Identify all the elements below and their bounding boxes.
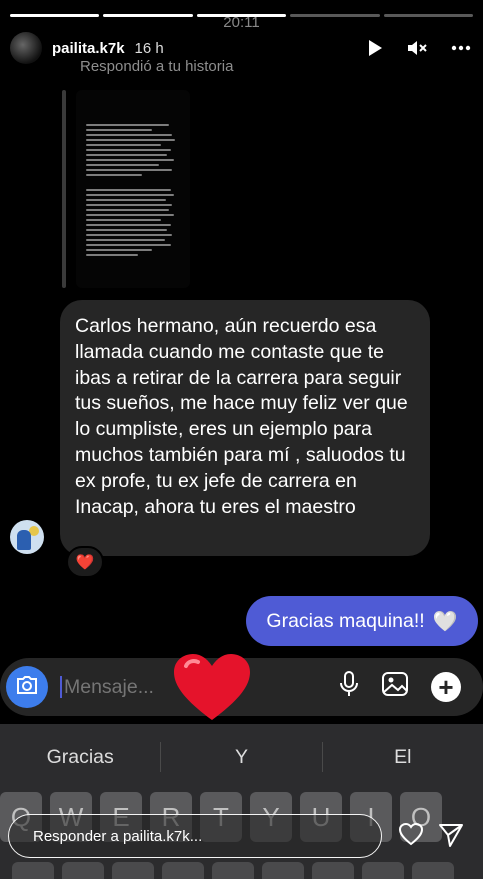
- microphone-icon[interactable]: [339, 670, 359, 703]
- incoming-message[interactable]: Carlos hermano, aún recuerdo esa llamada…: [60, 300, 430, 556]
- suggestion-3[interactable]: El: [323, 746, 483, 769]
- text-cursor: [60, 676, 62, 698]
- send-icon[interactable]: [438, 822, 464, 853]
- white-heart-emoji: 🤍: [432, 610, 458, 633]
- key[interactable]: [112, 862, 154, 879]
- heart-reaction[interactable]: ❤️: [66, 546, 104, 578]
- more-icon[interactable]: [451, 45, 471, 51]
- suggestion-bar: Gracias Y El: [0, 724, 483, 790]
- suggestion-2[interactable]: Y: [161, 746, 321, 769]
- camera-icon: [16, 675, 38, 699]
- key-row-middle: [0, 862, 483, 879]
- heart-animation-icon: [172, 652, 252, 724]
- quote-bar: [62, 90, 66, 288]
- gallery-icon[interactable]: [381, 671, 409, 702]
- key[interactable]: [212, 862, 254, 879]
- story-thumbnail[interactable]: [76, 90, 190, 288]
- status-time: 20:11: [223, 14, 260, 31]
- camera-button[interactable]: [6, 666, 48, 708]
- plus-icon[interactable]: +: [431, 671, 461, 702]
- key[interactable]: [62, 862, 104, 879]
- story-reply-input[interactable]: Responder a pailita.k7k...: [8, 814, 382, 858]
- outgoing-message[interactable]: Gracias maquina!! 🤍: [246, 596, 478, 646]
- heart-icon[interactable]: [398, 822, 424, 851]
- key[interactable]: [362, 862, 404, 879]
- mute-icon[interactable]: [407, 39, 427, 57]
- sender-avatar[interactable]: [10, 520, 44, 554]
- key[interactable]: [412, 862, 454, 879]
- user-avatar[interactable]: [10, 32, 42, 64]
- key[interactable]: [12, 862, 54, 879]
- key[interactable]: [312, 862, 354, 879]
- key[interactable]: [262, 862, 304, 879]
- play-icon[interactable]: [367, 39, 383, 57]
- outgoing-message-text: Gracias maquina!!: [266, 609, 425, 632]
- replied-to-story-label: Respondió a tu historia: [80, 58, 234, 75]
- key[interactable]: [162, 862, 204, 879]
- suggestion-1[interactable]: Gracias: [0, 746, 160, 769]
- time-ago: 16 h: [134, 39, 164, 57]
- username[interactable]: pailita.k7k: [52, 40, 125, 57]
